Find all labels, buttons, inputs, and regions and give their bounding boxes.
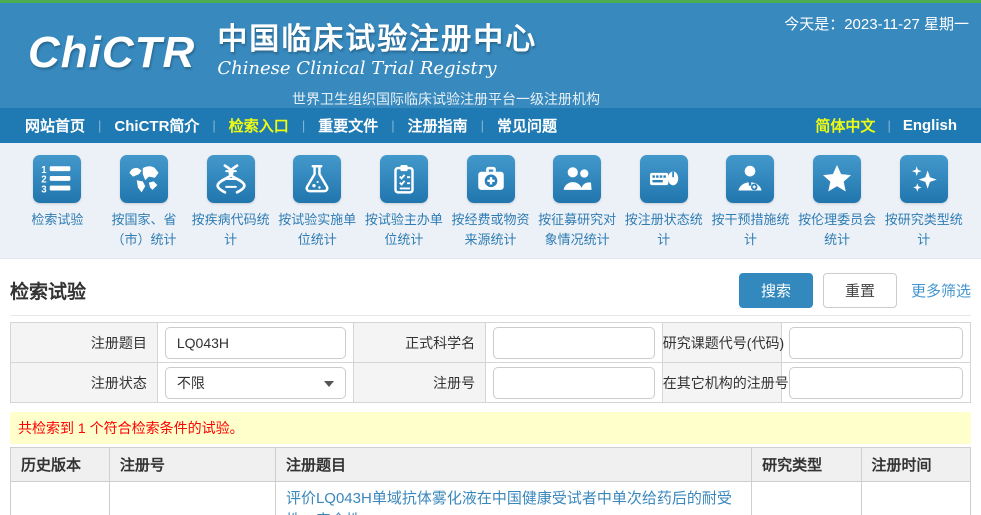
- quick-link-label: 按试验实施单位统计: [274, 210, 361, 250]
- other-registry-number-input[interactable]: [789, 367, 963, 399]
- numbered-list-icon: 123: [33, 155, 81, 203]
- quick-link-label: 按干预措施统计: [707, 210, 794, 250]
- registration-status-select-wrap: 不限: [165, 367, 346, 399]
- lang-chinese[interactable]: 简体中文: [803, 115, 887, 136]
- quick-link-label: 按试验主办单位统计: [361, 210, 448, 250]
- study-type-cell: 干预性研究: [752, 482, 861, 515]
- quick-link-by-disease-code[interactable]: 按疾病代码统计: [187, 155, 274, 258]
- col-registration-title: 注册题目: [275, 448, 751, 482]
- result-count-message: 共检索到 1 个符合检索条件的试验。: [10, 412, 971, 444]
- current-date: 今天是：2023-11-27 星期一: [784, 13, 969, 34]
- quick-link-by-recruitment-status[interactable]: 按征募研究对象情况统计: [534, 155, 621, 258]
- quick-link-label: 按经费或物资来源统计: [447, 210, 534, 250]
- study-code-input[interactable]: [789, 327, 963, 359]
- results-table: 历史版本 注册号 注册题目 研究类型 注册时间 历史版本 ChiCTR23000…: [10, 447, 971, 515]
- quick-link-by-intervention[interactable]: 按干预措施统计: [707, 155, 794, 258]
- field-label-registration-title: 注册题目: [11, 323, 158, 363]
- site-header: 今天是：2023-11-27 星期一 ChiCTR 中国临床试验注册中心 Chi…: [0, 3, 981, 108]
- quick-link-label: 检索试验: [14, 210, 101, 230]
- language-switch: 简体中文 | English: [803, 115, 969, 136]
- svg-text:3: 3: [42, 184, 48, 195]
- chictr-logo: ChiCTR: [28, 23, 195, 83]
- trial-title-link[interactable]: 评价LQ043H单域抗体雾化液在中国健康受试者中单次给药后的耐受性、安全性、 .…: [286, 490, 732, 515]
- nav-items: 网站首页 | ChiCTR简介 | 检索入口 | 重要文件 | 注册指南 | 常…: [12, 115, 570, 136]
- registration-number-input[interactable]: [493, 367, 655, 399]
- quick-link-label: 按注册状态统计: [620, 210, 707, 250]
- quick-link-label: 按征募研究对象情况统计: [534, 210, 621, 250]
- brand[interactable]: ChiCTR 中国临床试验注册中心 Chinese Clinical Trial…: [28, 23, 537, 83]
- people-icon: [553, 155, 601, 203]
- registration-title-input[interactable]: [165, 327, 346, 359]
- registration-date-cell: 2023/03/20: [861, 482, 970, 515]
- page-title: 检索试验: [10, 277, 86, 304]
- results-header-row: 历史版本 注册号 注册题目 研究类型 注册时间: [11, 448, 971, 482]
- doctor-icon: [726, 155, 774, 203]
- dna-icon: [207, 155, 255, 203]
- col-history-version: 历史版本: [11, 448, 110, 482]
- col-study-type: 研究类型: [752, 448, 861, 482]
- nav-item-documents[interactable]: 重要文件: [305, 115, 391, 136]
- scientific-name-input[interactable]: [493, 327, 655, 359]
- more-filters-link[interactable]: 更多筛选: [911, 280, 971, 301]
- nav-item-search-entry[interactable]: 检索入口: [216, 115, 302, 136]
- quick-link-label: 按疾病代码统计: [187, 210, 274, 250]
- nav-item-about[interactable]: ChiCTR简介: [101, 115, 212, 136]
- quick-link-by-registration-status[interactable]: 按注册状态统计: [620, 155, 707, 258]
- field-label-scientific-name: 正式科学名: [353, 323, 485, 363]
- section-divider: [10, 315, 971, 316]
- reset-button[interactable]: 重置: [823, 273, 897, 308]
- quick-link-label: 按研究类型统计: [880, 210, 967, 250]
- sparkles-icon: [900, 155, 948, 203]
- quick-link-by-study-type[interactable]: 按研究类型统计: [880, 155, 967, 258]
- nav-item-faq[interactable]: 常见问题: [484, 115, 570, 136]
- field-label-registration-status: 注册状态: [11, 363, 158, 403]
- lang-english[interactable]: English: [891, 117, 969, 134]
- world-map-icon: [120, 155, 168, 203]
- registration-number-cell: ChiCTR2300069500: [109, 482, 275, 515]
- site-title-cn: 中国临床试验注册中心: [217, 23, 537, 57]
- clipboard-icon: [380, 155, 428, 203]
- quick-link-by-sponsor-unit[interactable]: 按试验主办单位统计: [361, 155, 448, 258]
- field-label-other-registry-number: 在其它机构的注册号: [662, 363, 781, 403]
- quick-link-by-implementing-unit[interactable]: 按试验实施单位统计: [274, 155, 361, 258]
- nav-item-guide[interactable]: 注册指南: [395, 115, 481, 136]
- flask-icon: [293, 155, 341, 203]
- medical-bag-icon: [467, 155, 515, 203]
- quick-link-by-funding-source[interactable]: 按经费或物资来源统计: [447, 155, 534, 258]
- quick-links-strip: 123 检索试验 按国家、省（市）统计 按疾病代码统计 按试验实施单位统计 按试…: [0, 143, 981, 259]
- table-row: 历史版本 ChiCTR2300069500 评价LQ043H单域抗体雾化液在中国…: [11, 482, 971, 515]
- star-icon: [813, 155, 861, 203]
- quick-link-label: 按国家、省（市）统计: [101, 210, 188, 250]
- nav-item-home[interactable]: 网站首页: [12, 115, 98, 136]
- field-label-study-code: 研究课题代号(代码): [662, 323, 781, 363]
- main-nav: 网站首页 | ChiCTR简介 | 检索入口 | 重要文件 | 注册指南 | 常…: [0, 108, 981, 143]
- col-registration-date: 注册时间: [861, 448, 970, 482]
- col-registration-number: 注册号: [109, 448, 275, 482]
- site-titles: 中国临床试验注册中心 Chinese Clinical Trial Regist…: [217, 23, 537, 80]
- quick-link-search-trials[interactable]: 123 检索试验: [14, 155, 101, 258]
- who-tagline: 世界卫生组织国际临床试验注册平台一级注册机构: [180, 89, 600, 109]
- keyboard-mouse-icon: [640, 155, 688, 203]
- registration-status-select[interactable]: 不限: [165, 367, 346, 399]
- search-button[interactable]: 搜索: [739, 273, 813, 308]
- quick-link-by-country[interactable]: 按国家、省（市）统计: [101, 155, 188, 258]
- site-title-en: Chinese Clinical Trial Registry: [217, 58, 537, 80]
- quick-link-label: 按伦理委员会统计: [794, 210, 881, 250]
- field-label-registration-number: 注册号: [353, 363, 485, 403]
- search-form: 注册题目 正式科学名 研究课题代号(代码) 注册状态 不限 注册号 在其它机构的…: [10, 322, 971, 403]
- quick-link-by-ethics-committee[interactable]: 按伦理委员会统计: [794, 155, 881, 258]
